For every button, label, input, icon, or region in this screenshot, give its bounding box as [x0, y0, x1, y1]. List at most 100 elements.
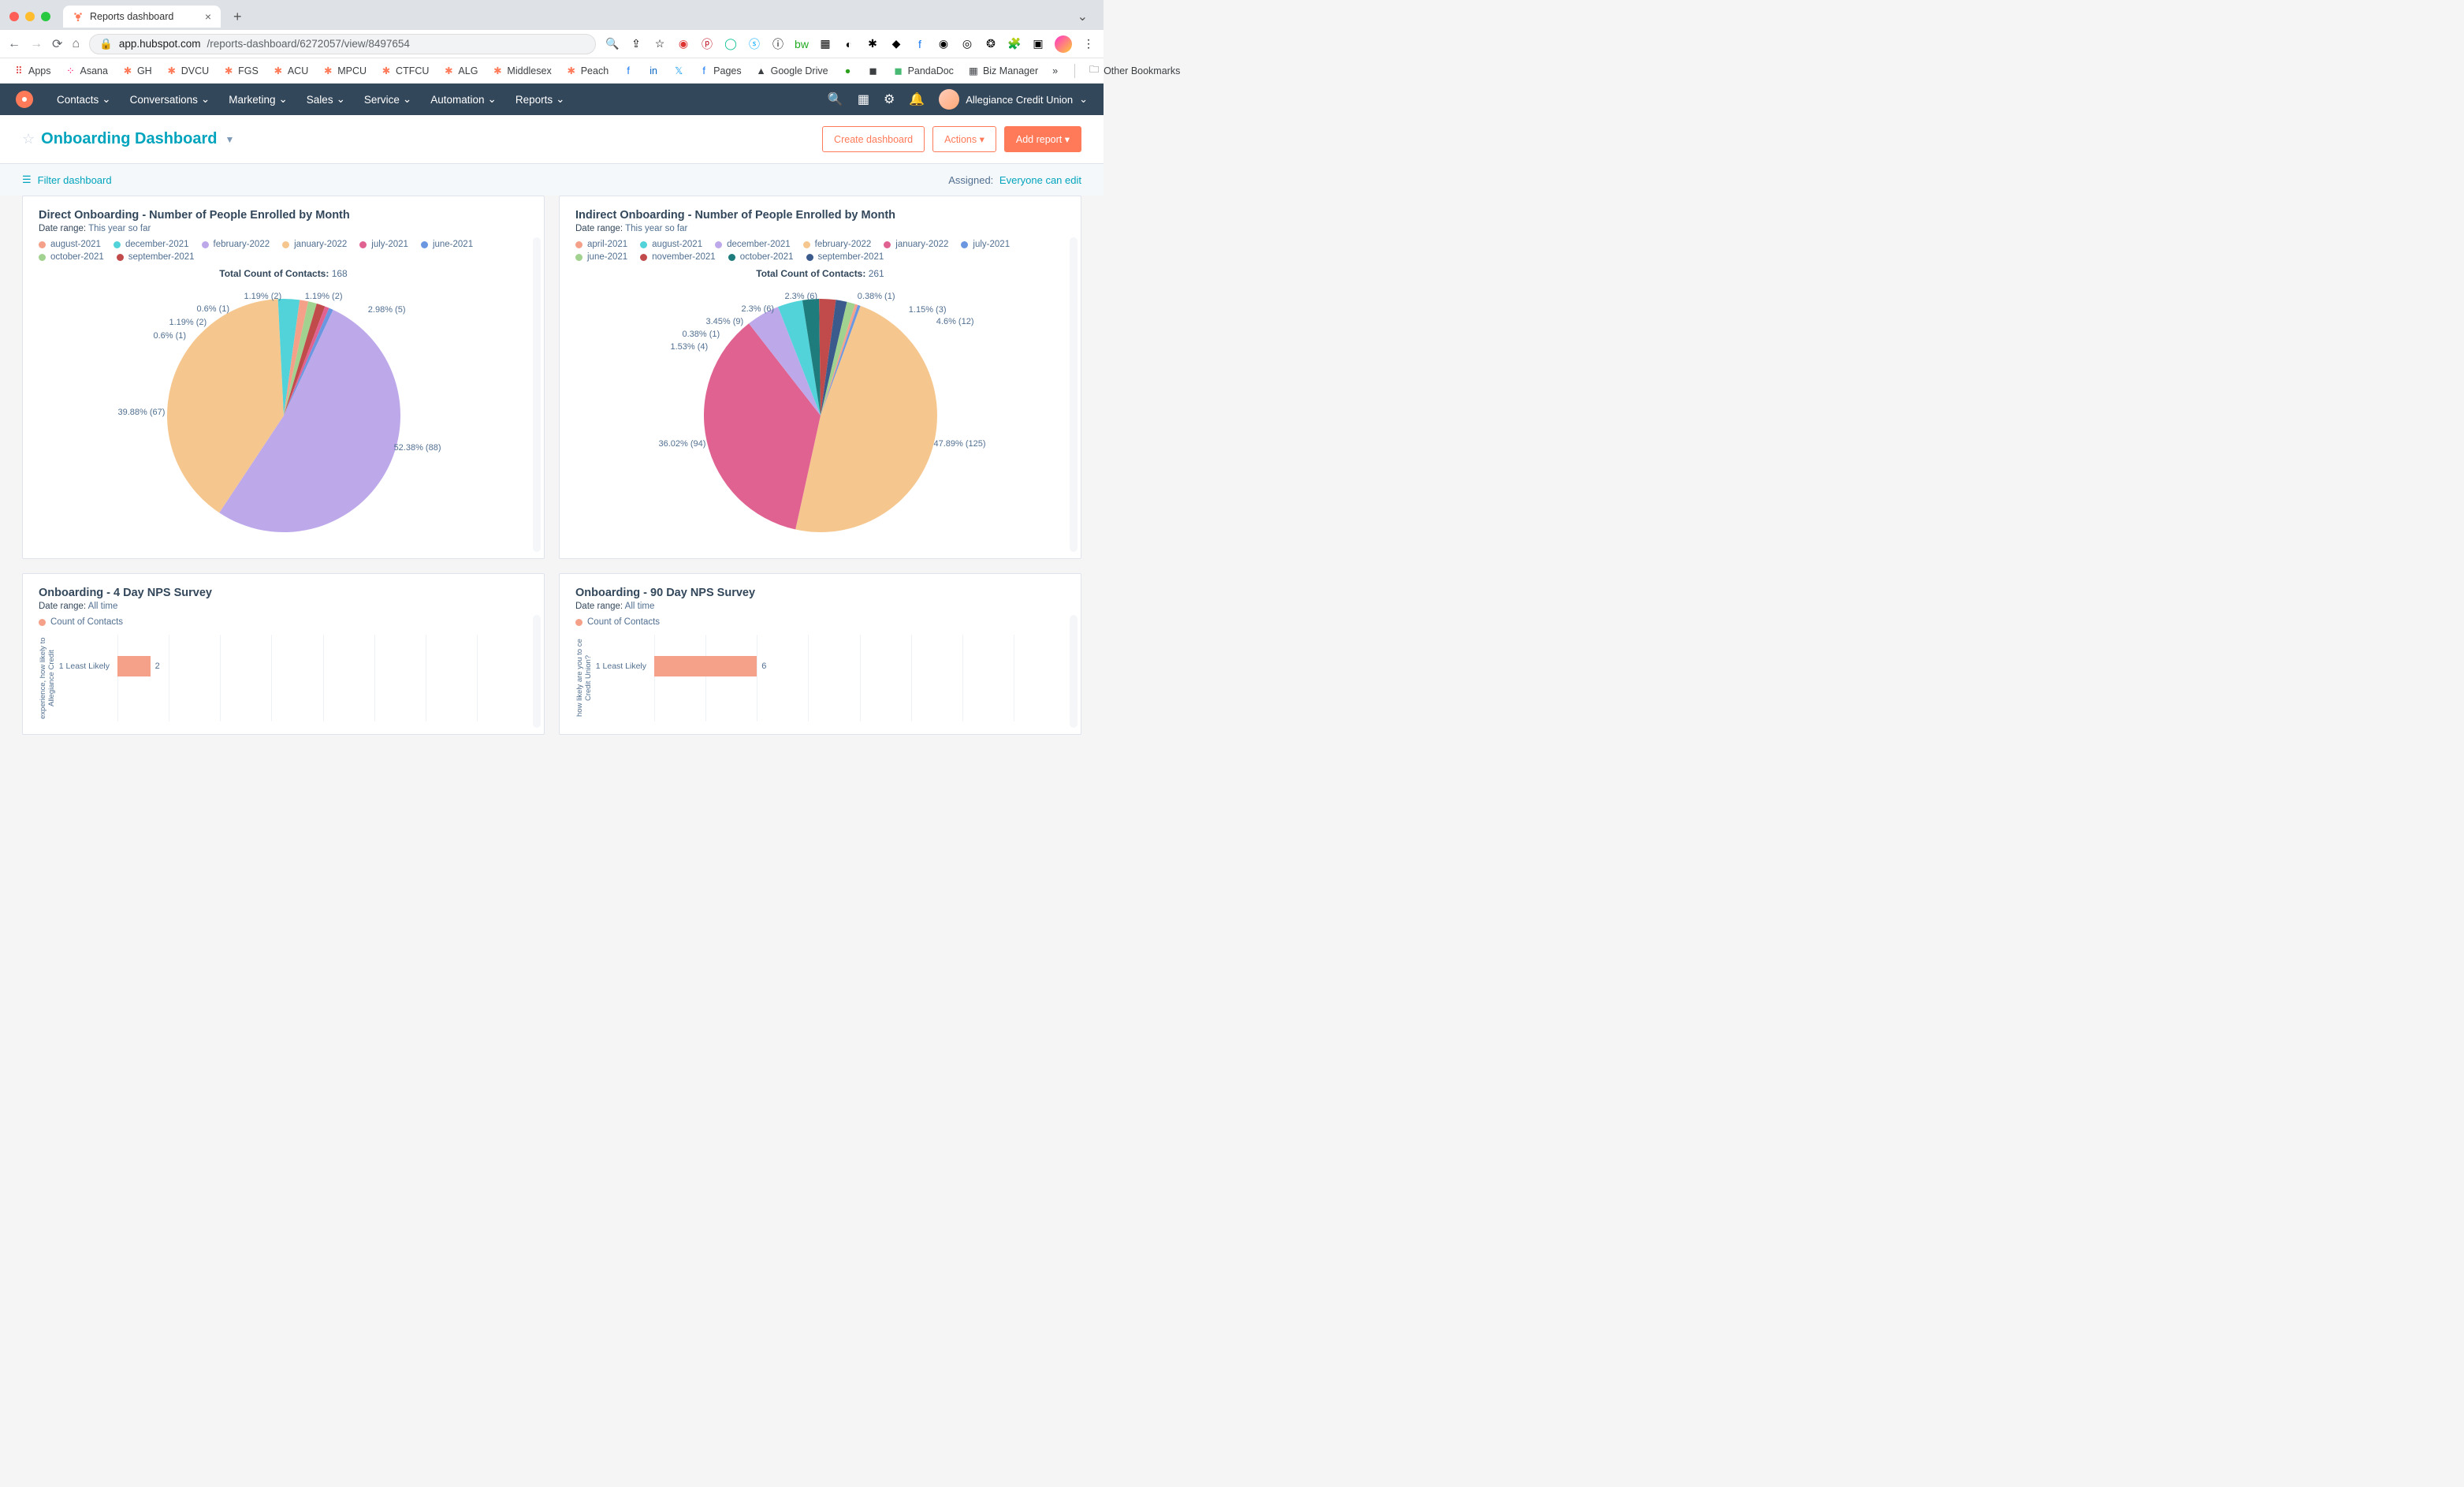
ext-icon-6[interactable]: ◉ — [936, 37, 951, 51]
ext-bw-icon[interactable]: bw — [795, 37, 809, 51]
legend-item[interactable]: february-2022 — [202, 240, 270, 249]
ext-skype-icon[interactable]: ⓢ — [747, 37, 761, 51]
settings-icon[interactable]: ⚙ — [884, 91, 895, 107]
scrollbar[interactable] — [1070, 237, 1078, 552]
share-icon[interactable]: ⇪ — [629, 37, 643, 51]
legend-item[interactable]: december-2021 — [715, 240, 791, 249]
nav-marketing[interactable]: Marketing⌄ — [219, 93, 297, 106]
report-card-90day-nps[interactable]: Onboarding - 90 Day NPS Survey Date rang… — [559, 573, 1081, 735]
report-card-indirect-onboarding[interactable]: Indirect Onboarding - Number of People E… — [559, 196, 1081, 559]
bookmark-linkedin[interactable]: in — [642, 63, 664, 79]
kebab-menu-icon[interactable]: ⋮ — [1081, 37, 1096, 51]
window-minimize[interactable] — [25, 12, 35, 21]
profile-avatar[interactable] — [1055, 35, 1072, 53]
ext-info-icon[interactable]: ⓘ — [771, 37, 785, 51]
legend-item[interactable]: june-2021 — [421, 240, 473, 249]
url-input[interactable]: 🔒 app.hubspot.com/reports-dashboard/6272… — [89, 34, 596, 54]
new-tab-button[interactable]: + — [227, 6, 248, 28]
legend-item[interactable]: july-2021 — [359, 240, 408, 249]
scrollbar[interactable] — [1070, 615, 1078, 728]
notifications-icon[interactable]: 🔔 — [909, 91, 925, 107]
add-report-button[interactable]: Add report ▾ — [1004, 126, 1081, 152]
dashboard-title-dropdown[interactable]: Onboarding Dashboard ▼ — [41, 130, 234, 148]
home-button[interactable]: ⌂ — [72, 37, 80, 51]
other-bookmarks-button[interactable]: 🗀Other Bookmarks — [1083, 63, 1185, 79]
bookmark-twitter[interactable]: 𝕏 — [668, 63, 690, 79]
search-icon[interactable]: 🔍 — [828, 91, 843, 107]
filter-dashboard-button[interactable]: ☰ Filter dashboard — [22, 173, 112, 186]
legend-item[interactable]: july-2021 — [961, 240, 1010, 249]
nav-automation[interactable]: Automation⌄ — [421, 93, 506, 106]
bookmark-acu[interactable]: ✱ACU — [267, 63, 314, 79]
reload-button[interactable]: ⟳ — [52, 36, 62, 52]
zoom-icon[interactable]: 🔍 — [605, 37, 620, 51]
scrollbar[interactable] — [533, 237, 541, 552]
ext-grammarly-icon[interactable]: ◯ — [724, 37, 738, 51]
bookmarks-overflow[interactable]: » — [1047, 63, 1063, 79]
nav-conversations[interactable]: Conversations⌄ — [121, 93, 220, 106]
legend-item[interactable]: august-2021 — [39, 240, 101, 249]
window-maximize[interactable] — [41, 12, 50, 21]
browser-tab[interactable]: Reports dashboard × — [63, 6, 221, 28]
legend-item[interactable]: december-2021 — [114, 240, 189, 249]
legend-item[interactable]: january-2022 — [282, 240, 347, 249]
ext-icon-3[interactable]: ◐ — [842, 37, 856, 51]
star-icon[interactable]: ☆ — [653, 37, 667, 51]
actions-button[interactable]: Actions ▾ — [932, 126, 996, 152]
ext-icon-5[interactable]: ◆ — [889, 37, 903, 51]
legend-item[interactable]: november-2021 — [640, 252, 716, 262]
legend-item[interactable]: october-2021 — [728, 252, 794, 262]
legend-item[interactable]: june-2021 — [575, 252, 627, 262]
legend-item[interactable]: october-2021 — [39, 252, 104, 262]
window-close[interactable] — [9, 12, 19, 21]
report-card-4day-nps[interactable]: Onboarding - 4 Day NPS Survey Date range… — [22, 573, 545, 735]
bookmark-asana[interactable]: ⁘Asana — [60, 63, 114, 79]
assigned-link[interactable]: Everyone can edit — [999, 174, 1081, 186]
bookmark-fb[interactable]: f — [617, 63, 639, 79]
hubspot-logo[interactable] — [16, 91, 33, 108]
nav-reports[interactable]: Reports⌄ — [506, 93, 575, 106]
ext-fb-icon[interactable]: f — [913, 37, 927, 51]
nav-service[interactable]: Service⌄ — [355, 93, 421, 106]
legend-item[interactable]: april-2021 — [575, 240, 627, 249]
bookmark-middlesex[interactable]: ✱Middlesex — [486, 63, 556, 79]
report-card-direct-onboarding[interactable]: Direct Onboarding - Number of People Enr… — [22, 196, 545, 559]
legend-item[interactable]: february-2022 — [803, 240, 872, 249]
legend-item[interactable]: Count of Contacts — [575, 617, 660, 627]
ext-icon-4[interactable]: ✱ — [865, 37, 880, 51]
bookmark-qb[interactable]: ● — [837, 63, 859, 79]
bookmark-gh[interactable]: ✱GH — [117, 63, 158, 79]
scrollbar[interactable] — [533, 615, 541, 728]
ext-icon-8[interactable]: ❂ — [984, 37, 998, 51]
bookmark-peach[interactable]: ✱Peach — [560, 63, 614, 79]
ext-icon-7[interactable]: ◎ — [960, 37, 974, 51]
tab-close-icon[interactable]: × — [205, 10, 211, 23]
bookmark-biz[interactable]: ▦Biz Manager — [962, 63, 1044, 79]
bookmark-ctfcu[interactable]: ✱CTFCU — [375, 63, 434, 79]
ext-pinterest-icon[interactable]: ⓟ — [700, 37, 714, 51]
bookmark-drive[interactable]: ▲Google Drive — [750, 63, 834, 79]
marketplace-icon[interactable]: ▦ — [858, 91, 869, 107]
bookmark-mpcu[interactable]: ✱MPCU — [317, 63, 372, 79]
legend-item[interactable]: Count of Contacts — [39, 617, 123, 627]
nav-sales[interactable]: Sales⌄ — [297, 93, 355, 106]
bookmark-dvcu[interactable]: ✱DVCU — [161, 63, 214, 79]
legend-item[interactable]: september-2021 — [117, 252, 195, 262]
ext-icon[interactable]: ◉ — [676, 37, 690, 51]
bookmark-apps[interactable]: ⠿Apps — [8, 63, 57, 79]
ext-icon-2[interactable]: ▦ — [818, 37, 832, 51]
create-dashboard-button[interactable]: Create dashboard — [822, 126, 925, 152]
favorite-star-icon[interactable]: ☆ — [22, 131, 35, 147]
tabs-dropdown-icon[interactable]: ⌄ — [1068, 6, 1097, 28]
legend-item[interactable]: january-2022 — [884, 240, 948, 249]
bookmark-notion[interactable]: ◼ — [862, 63, 884, 79]
bookmark-alg[interactable]: ✱ALG — [437, 63, 483, 79]
back-button[interactable]: ← — [8, 37, 20, 51]
extensions-icon[interactable]: 🧩 — [1007, 37, 1022, 51]
bookmark-pandadoc[interactable]: ◼PandaDoc — [888, 63, 959, 79]
devices-icon[interactable]: ▣ — [1031, 37, 1045, 51]
nav-contacts[interactable]: Contacts⌄ — [47, 93, 121, 106]
legend-item[interactable]: august-2021 — [640, 240, 702, 249]
account-menu[interactable]: Allegiance Credit Union ⌄ — [939, 89, 1088, 110]
bookmark-pages[interactable]: fPages — [693, 63, 746, 79]
